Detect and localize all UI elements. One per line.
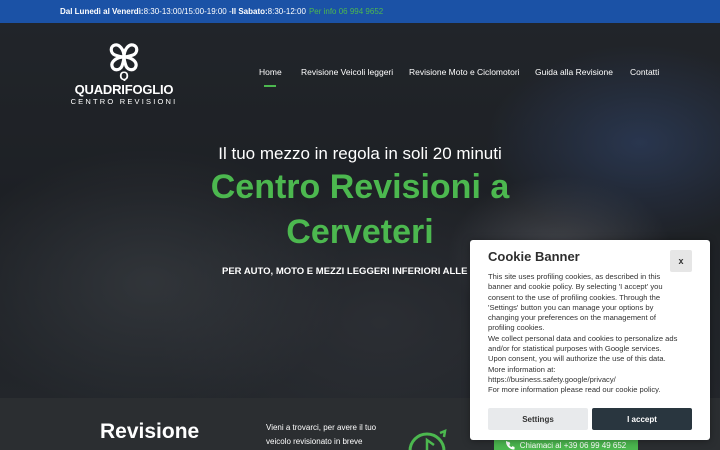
cookie-text-line: Upon consent, you will authorize the use… (488, 354, 666, 364)
cookie-text-line: 'Settings' button you can manage your op… (488, 302, 654, 312)
nav-item-revisione-moto[interactable]: Revisione Moto e Ciclomotori (409, 67, 520, 77)
cookie-text-line: consent to the use of profiling cookies.… (488, 292, 661, 302)
cookie-close-button[interactable]: x (670, 250, 692, 272)
logo-name: QUADRIFOGLIO (74, 82, 174, 97)
cookie-text-line: More information at: (488, 364, 556, 374)
hours-prefix: Dal Lunedì al Venerdì: (60, 7, 144, 16)
clock-icon (408, 429, 447, 450)
info-phone-link[interactable]: Per info 06 994 9652 (309, 7, 383, 16)
cookie-text-line: changing your preferences on the managem… (488, 313, 657, 323)
privacy-link[interactable]: https://business.safety.google/privacy/ (488, 375, 698, 385)
saturday-prefix: Il Sabato: (231, 7, 268, 16)
hero-description: PER AUTO, MOTO E MEZZI LEGGERI INFERIORI… (222, 266, 468, 277)
section-text-line1: Vieni a trovarci, per avere il tuo (266, 423, 377, 432)
call-button-label: Chiamaci al +39 06 99 49 652 (519, 440, 627, 450)
section-title: Revisione (100, 420, 200, 443)
hours-saturday: 8:30-12:00 (267, 7, 306, 16)
logo-tagline: CENTRO REVISIONI (70, 97, 178, 106)
cookie-text-line: We collect personal data and cookies to … (488, 333, 678, 343)
cookie-text-line: banner and cookie policy. By selecting '… (488, 282, 663, 292)
cookie-text-line: For more information please read our coo… (488, 385, 661, 395)
phone-icon (505, 440, 515, 450)
cookie-banner-title: Cookie Banner (488, 249, 580, 264)
main-navigation: Home Revisione Veicoli leggeri Revisione… (0, 67, 720, 87)
cookie-banner: Cookie Banner x This site uses profiling… (470, 240, 710, 440)
cookie-text-line: and/or for statistical purposes with Goo… (488, 344, 662, 354)
top-info-bar: Dal Lunedì al Venerdì: 8:30-13:00/15:00-… (0, 0, 720, 23)
nav-item-guida-revisione[interactable]: Guida alla Revisione (535, 67, 613, 77)
section-text-line2: veicolo revisionato in breve (266, 437, 363, 446)
nav-active-underline (264, 85, 276, 87)
hero-subtitle: Il tuo mezzo in regola in soli 20 minuti (218, 144, 502, 163)
nav-item-home[interactable]: Home (259, 67, 282, 77)
hours-weekday: 8:30-13:00/15:00-19:00 - (143, 7, 232, 16)
cookie-settings-button[interactable]: Settings (488, 408, 588, 430)
cookie-text-line: This site uses profiling cookies, as des… (488, 272, 661, 281)
cookie-banner-body: This site uses profiling cookies, as des… (488, 272, 698, 396)
cookie-text-line: profiling cookies. (488, 323, 545, 333)
cookie-accept-button[interactable]: I accept (592, 408, 692, 430)
nav-item-contatti[interactable]: Contatti (630, 67, 659, 77)
nav-item-revisione-veicoli-leggeri[interactable]: Revisione Veicoli leggeri (301, 67, 393, 77)
hero-title-line1: Centro Revisioni a (210, 168, 510, 206)
